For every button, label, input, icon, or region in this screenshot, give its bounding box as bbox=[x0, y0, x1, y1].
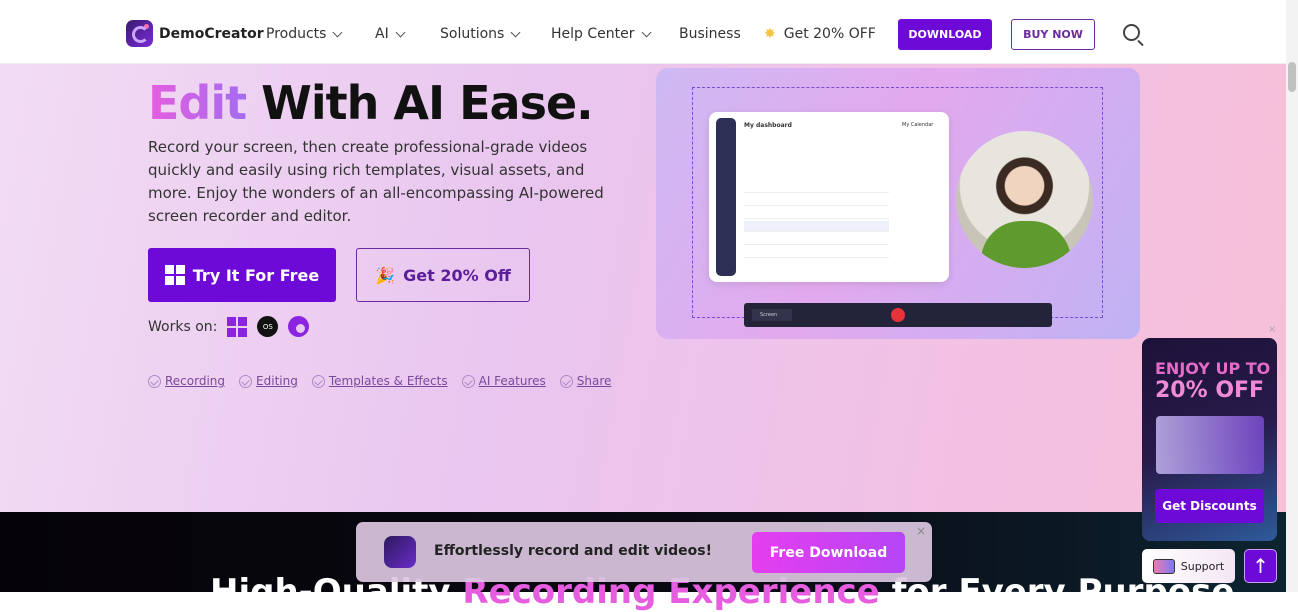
recorder-toolbar: Screen bbox=[744, 303, 1052, 327]
check-circle-icon bbox=[311, 374, 325, 388]
works-on-label: Works on: bbox=[148, 318, 218, 335]
try-free-button[interactable]: Try It For Free bbox=[148, 248, 336, 302]
check-circle-icon bbox=[239, 374, 253, 388]
mockup-sidebar bbox=[716, 118, 736, 276]
windows-icon[interactable] bbox=[227, 316, 248, 337]
top-navbar: DemoCreator Products AI Solutions Help C… bbox=[0, 0, 1286, 64]
macos-icon[interactable]: OS bbox=[257, 316, 279, 337]
hero-description: Record your screen, then create professi… bbox=[148, 138, 604, 225]
link-text: Templates & Effects bbox=[328, 374, 448, 388]
check-circle-icon bbox=[559, 374, 573, 388]
nav-help-center[interactable]: Help Center bbox=[551, 26, 651, 42]
nav-label: Solutions bbox=[440, 26, 505, 42]
promo-image bbox=[1156, 416, 1264, 474]
nav-business[interactable]: Business bbox=[679, 26, 741, 42]
scrollbar-thumb[interactable] bbox=[1288, 62, 1296, 92]
chevron-down-icon bbox=[395, 27, 406, 37]
support-label: Support bbox=[1180, 559, 1225, 573]
works-on: Works on: OS bbox=[148, 316, 310, 337]
feature-link-ai[interactable]: AI Features bbox=[461, 374, 546, 388]
arrow-up-icon: ↑ bbox=[1252, 554, 1269, 578]
get-discounts-button[interactable]: Get Discounts bbox=[1155, 489, 1264, 523]
button-label: Try It For Free bbox=[192, 265, 320, 285]
get-20-off-button[interactable]: 🎉 Get 20% Off bbox=[356, 248, 530, 302]
source-select: Screen bbox=[752, 309, 792, 321]
nav-solutions[interactable]: Solutions bbox=[440, 26, 521, 42]
close-icon[interactable]: × bbox=[1268, 324, 1276, 335]
nav-promo[interactable]: ✸ Get 20% OFF bbox=[764, 26, 876, 42]
sparkle-icon: ✸ bbox=[764, 26, 776, 42]
title-rest: With AI Ease. bbox=[246, 76, 594, 130]
mockup-calendar: My Calendar bbox=[902, 122, 934, 128]
scroll-to-top-button[interactable]: ↑ bbox=[1244, 549, 1277, 583]
link-text: Recording bbox=[165, 374, 226, 388]
download-button[interactable]: DOWNLOAD bbox=[898, 19, 992, 50]
feature-link-share[interactable]: Share bbox=[559, 374, 612, 388]
scrollbar[interactable] bbox=[1286, 0, 1298, 592]
webcam-presenter-image bbox=[956, 131, 1093, 268]
chevron-down-icon bbox=[510, 27, 521, 37]
nav-products[interactable]: Products bbox=[266, 26, 343, 42]
chevron-down-icon bbox=[641, 27, 651, 37]
windows-icon bbox=[164, 265, 185, 285]
nav-label: Help Center bbox=[551, 26, 635, 42]
check-circle-icon bbox=[148, 374, 161, 388]
close-icon[interactable]: × bbox=[916, 524, 926, 538]
feature-link-recording[interactable]: Recording bbox=[148, 374, 225, 388]
discount-promo-card[interactable]: ENJOY UP TO 20% OFF Get Discounts bbox=[1142, 338, 1277, 541]
buy-now-button[interactable]: BUY NOW bbox=[1011, 19, 1095, 50]
democreator-logo-icon bbox=[126, 20, 153, 47]
sticky-download-bar: Effortlessly record and edit videos! Fre… bbox=[356, 522, 932, 582]
party-popper-icon: 🎉 bbox=[375, 265, 396, 285]
button-label: Get 20% Off bbox=[403, 265, 511, 285]
check-circle-icon bbox=[461, 374, 475, 388]
mockup-title: My dashboard bbox=[744, 122, 792, 129]
promo-line1: ENJOY UP TO bbox=[1155, 359, 1271, 378]
feature-links: Recording Editing Templates & Effects AI… bbox=[148, 374, 611, 388]
search-icon[interactable] bbox=[1123, 24, 1140, 41]
chevron-down-icon bbox=[333, 27, 343, 37]
support-button[interactable]: Support bbox=[1142, 549, 1235, 583]
sticky-text: Effortlessly record and edit videos! bbox=[434, 543, 712, 559]
mockup-rows bbox=[744, 182, 889, 260]
nav-label: Business bbox=[679, 26, 741, 42]
brand-name: DemoCreator bbox=[159, 25, 264, 42]
promo-title: ENJOY UP TO 20% OFF bbox=[1155, 358, 1270, 402]
link-text: AI Features bbox=[478, 374, 546, 388]
brand-logo[interactable]: DemoCreator bbox=[126, 20, 264, 47]
nav-ai[interactable]: AI bbox=[375, 26, 406, 42]
hero-title: Edit With AI Ease. bbox=[148, 76, 594, 130]
record-icon bbox=[891, 308, 905, 322]
dashboard-mockup: My dashboard My Calendar bbox=[709, 112, 949, 282]
democreator-logo-icon bbox=[384, 536, 416, 568]
feature-link-templates[interactable]: Templates & Effects bbox=[311, 374, 448, 388]
nav-label: AI bbox=[375, 26, 389, 42]
chat-icon bbox=[1152, 558, 1175, 574]
feature-link-editing[interactable]: Editing bbox=[239, 374, 298, 388]
link-text: Editing bbox=[256, 374, 298, 388]
nav-label: Get 20% OFF bbox=[783, 26, 876, 42]
nav-label: Products bbox=[266, 26, 327, 42]
link-text: Share bbox=[576, 374, 612, 388]
chrome-icon[interactable] bbox=[288, 316, 310, 337]
hero-product-visual: My dashboard My Calendar Screen bbox=[656, 68, 1140, 339]
promo-line2: 20% OFF bbox=[1155, 378, 1265, 403]
free-download-button[interactable]: Free Download bbox=[752, 532, 905, 573]
title-accent: Edit bbox=[148, 76, 247, 130]
